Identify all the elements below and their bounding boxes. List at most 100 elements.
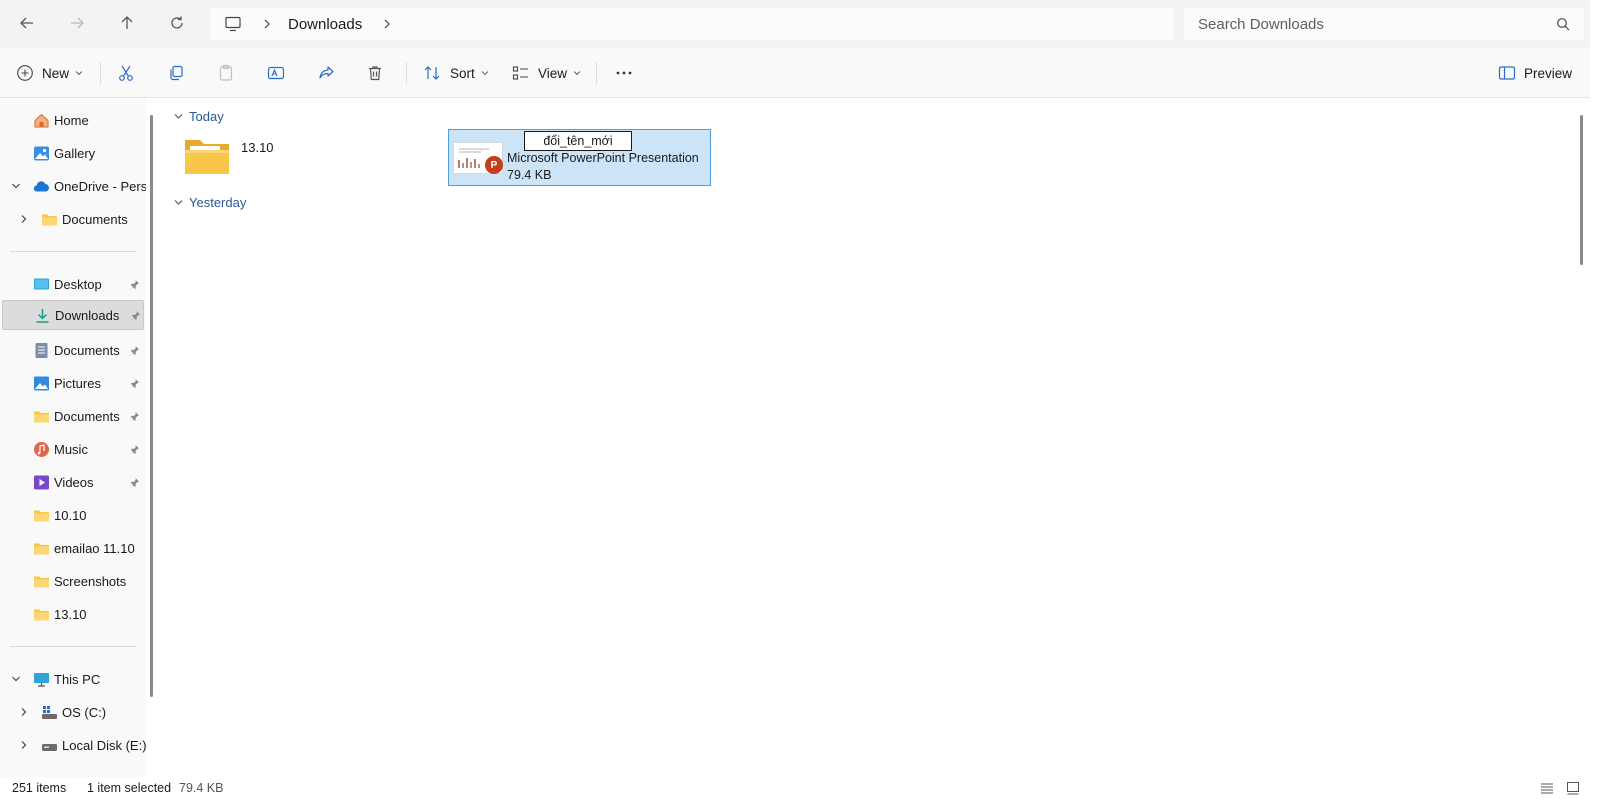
item-count: 251 items	[12, 781, 67, 795]
paste-button[interactable]	[217, 56, 235, 90]
share-icon	[319, 66, 334, 79]
onedrive-cloud-icon	[33, 180, 49, 192]
chevron-right-icon[interactable]	[382, 19, 392, 29]
this-pc-icon	[34, 672, 49, 687]
chevron-down-icon	[174, 199, 183, 205]
sidebar-item-music[interactable]: Music	[0, 434, 144, 464]
sidebar-item-onedrive[interactable]: OneDrive - Perso	[0, 171, 146, 201]
system-drive-icon	[42, 705, 57, 719]
sidebar-item-label: OneDrive - Perso	[54, 178, 146, 194]
home-icon	[34, 113, 49, 127]
sidebar-item-folder-screenshots[interactable]: Screenshots	[0, 566, 144, 596]
sidebar-item-this-pc[interactable]: This PC	[0, 664, 144, 694]
view-button[interactable]: View	[512, 56, 581, 90]
view-list-icon	[512, 66, 528, 80]
folder-name: 13.10	[241, 140, 274, 155]
sidebar-item-drive-e[interactable]: Local Disk (E:)	[0, 730, 146, 760]
share-button[interactable]	[317, 56, 335, 90]
pin-icon[interactable]	[129, 279, 140, 290]
window-edge	[1590, 0, 1600, 800]
forward-button[interactable]	[62, 8, 92, 38]
file-size: 79.4 KB	[507, 168, 552, 182]
chevron-right-icon[interactable]	[19, 707, 29, 717]
sidebar-item-folder-13-10[interactable]: 13.10	[0, 599, 144, 629]
chevron-right-icon[interactable]	[19, 740, 29, 750]
sidebar-item-label: Pictures	[54, 375, 101, 391]
sidebar-item-label: Gallery	[54, 145, 96, 161]
copy-icon	[170, 65, 183, 81]
content-scrollbar[interactable]	[1580, 115, 1583, 265]
pin-icon[interactable]	[129, 444, 140, 455]
sidebar-divider	[10, 646, 136, 647]
chevron-right-icon	[264, 19, 270, 29]
chevron-down-icon[interactable]	[11, 674, 21, 684]
sidebar-item-home[interactable]: Home	[0, 105, 144, 135]
delete-button[interactable]	[366, 56, 384, 90]
tiles-view-icon[interactable]	[1566, 781, 1580, 795]
sidebar-item-downloads[interactable]: Downloads	[2, 300, 144, 330]
file-type: Microsoft PowerPoint Presentation	[507, 151, 699, 165]
plus-circle-icon	[17, 65, 33, 81]
sidebar-item-gallery[interactable]: Gallery	[0, 138, 144, 168]
preview-pane-button[interactable]: Preview	[1498, 56, 1572, 90]
selection-size: 79.4 KB	[179, 781, 224, 795]
more-dots-icon	[616, 71, 632, 75]
sidebar-item-documents-folder[interactable]: Documents	[0, 401, 144, 431]
sidebar-item-label: Screenshots	[54, 573, 127, 589]
copy-button[interactable]	[167, 56, 185, 90]
scissors-icon	[119, 65, 133, 81]
divider	[406, 62, 407, 84]
cut-button[interactable]	[117, 56, 135, 90]
sort-button[interactable]: Sort	[423, 56, 489, 90]
sidebar-item-desktop[interactable]: Desktop	[0, 269, 144, 299]
search-input[interactable]: Search Downloads	[1184, 8, 1584, 40]
up-button[interactable]	[112, 8, 142, 38]
pin-icon[interactable]	[130, 310, 141, 321]
pin-icon[interactable]	[129, 411, 140, 422]
new-button[interactable]: New	[16, 56, 83, 90]
folder-icon	[185, 140, 229, 174]
breadcrumb-downloads[interactable]: Downloads	[288, 16, 362, 33]
sidebar-item-documents[interactable]: Documents	[0, 335, 144, 365]
trash-icon	[369, 66, 381, 81]
folder-icon	[34, 543, 49, 554]
sidebar-item-label: Desktop	[54, 276, 102, 292]
sidebar-divider	[10, 251, 136, 252]
pin-icon[interactable]	[129, 378, 140, 389]
folder-icon	[34, 411, 49, 422]
sidebar-item-label: emailao 11.10	[54, 540, 135, 556]
group-header-yesterday[interactable]: Yesterday	[174, 193, 246, 211]
preview-pane-icon	[1498, 66, 1516, 80]
sidebar-scrollbar[interactable]	[150, 115, 153, 697]
sidebar-item-folder-10-10[interactable]: 10.10	[0, 500, 144, 530]
sidebar-item-onedrive-documents[interactable]: Documents	[0, 204, 144, 234]
pin-icon[interactable]	[129, 477, 140, 488]
selection-info: 1 item selected	[87, 781, 172, 795]
sidebar-item-label: Videos	[54, 474, 94, 490]
chevron-down-icon	[481, 71, 489, 76]
more-options-button[interactable]	[615, 56, 633, 90]
sidebar-item-label: This PC	[54, 671, 101, 687]
folder-icon	[42, 214, 57, 225]
sidebar-item-folder-emailao[interactable]: emailao 11.10	[0, 533, 144, 563]
sidebar-item-pictures[interactable]: Pictures	[0, 368, 144, 398]
rename-button[interactable]	[267, 56, 285, 90]
address-bar[interactable]: Downloads	[210, 8, 1174, 40]
sort-icon	[424, 66, 440, 80]
refresh-icon	[171, 16, 183, 29]
refresh-button[interactable]	[162, 8, 192, 38]
pin-icon[interactable]	[129, 345, 140, 356]
details-view-icon[interactable]	[1540, 781, 1554, 795]
rename-input[interactable]: đổi_tên_mới	[524, 131, 632, 151]
arrow-left-icon	[20, 17, 33, 29]
group-header-today[interactable]: Today	[174, 107, 224, 125]
back-button[interactable]	[12, 8, 42, 38]
file-item-selected[interactable]: P đổi_tên_mới Microsoft PowerPoint Prese…	[448, 129, 711, 186]
chevron-down-icon[interactable]	[11, 181, 21, 191]
navigation-pane: Home Gallery OneDrive - Perso Documents …	[0, 98, 146, 777]
folder-item[interactable]: 13.10	[184, 136, 434, 186]
sidebar-item-videos[interactable]: Videos	[0, 467, 144, 497]
sidebar-item-drive-c[interactable]: OS (C:)	[0, 697, 144, 727]
chevron-right-icon[interactable]	[19, 214, 29, 224]
desktop-icon	[34, 278, 49, 289]
